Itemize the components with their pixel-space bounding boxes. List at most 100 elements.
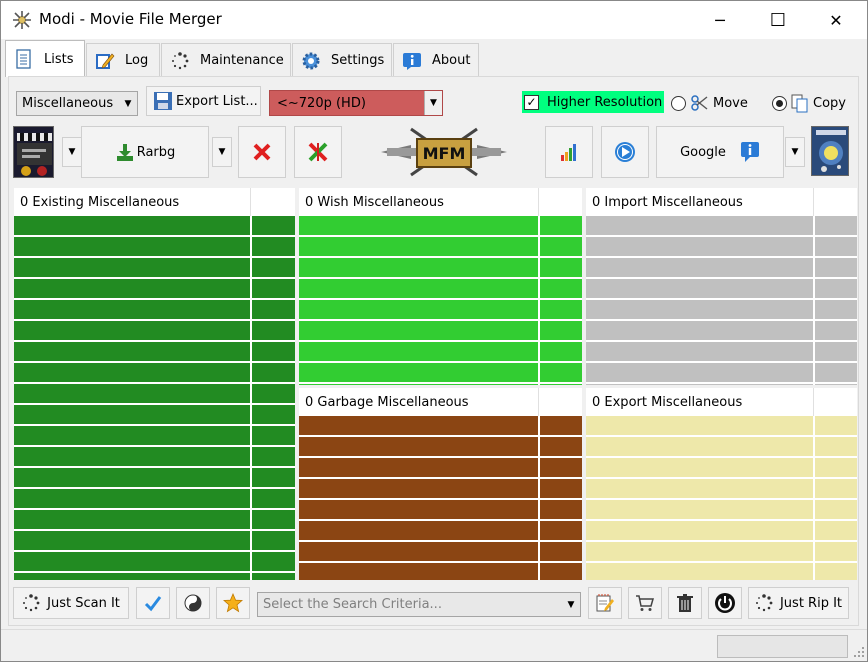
resize-grip-icon[interactable] bbox=[853, 646, 865, 658]
chevron-down-icon: ▼ bbox=[218, 147, 226, 157]
garbage-grid-rows bbox=[299, 416, 582, 580]
app-window: Modi - Movie File Merger ─ ☐ ✕ Lists Log… bbox=[0, 0, 868, 662]
tab-settings-label: Settings bbox=[331, 53, 385, 68]
gear-icon bbox=[301, 51, 321, 71]
multi-x-icon bbox=[308, 142, 328, 162]
rarbg-button[interactable]: Rarbg bbox=[81, 126, 209, 178]
play-button[interactable] bbox=[601, 126, 649, 178]
power-button[interactable] bbox=[708, 587, 742, 619]
just-rip-it-label: Just Rip It bbox=[779, 595, 843, 611]
power-icon bbox=[715, 593, 735, 613]
tab-about[interactable]: About bbox=[393, 43, 479, 77]
trash-button[interactable] bbox=[668, 587, 702, 619]
export-list-label: Export List... bbox=[176, 93, 258, 109]
higher-resolution-checkbox[interactable]: ✓ Higher Resolution bbox=[522, 91, 664, 113]
cart-button[interactable] bbox=[628, 587, 662, 619]
category-select[interactable]: Miscellaneous ▼ bbox=[16, 91, 138, 116]
chevron-down-icon: ▼ bbox=[791, 147, 799, 157]
quality-select-value: <~720p (HD) bbox=[277, 95, 366, 111]
google-label: Google bbox=[680, 144, 726, 160]
existing-grid[interactable]: 0 Existing Miscellaneous bbox=[14, 188, 295, 580]
search-criteria-select[interactable]: Select the Search Criteria... ▼ bbox=[257, 592, 581, 617]
close-button[interactable]: ✕ bbox=[807, 1, 865, 39]
favorite-button[interactable] bbox=[216, 587, 250, 619]
document-icon bbox=[14, 49, 34, 69]
copy-radio[interactable]: Copy bbox=[772, 92, 846, 114]
tab-log-label: Log bbox=[125, 53, 149, 68]
wish-grid-header: 0 Wish Miscellaneous bbox=[299, 188, 582, 216]
export-grid[interactable]: 0 Export Miscellaneous bbox=[586, 388, 857, 580]
tab-lists-label: Lists bbox=[44, 51, 74, 67]
chevron-down-icon: ▼ bbox=[567, 599, 575, 610]
minimize-button[interactable]: ─ bbox=[691, 1, 749, 39]
google-search-button[interactable]: Google bbox=[656, 126, 784, 178]
edit-notes-button[interactable] bbox=[588, 587, 622, 619]
movie-poster-thumbnail[interactable] bbox=[13, 126, 54, 178]
import-grid-header: 0 Import Miscellaneous bbox=[586, 188, 857, 216]
garbage-grid-title: 0 Garbage Miscellaneous bbox=[299, 388, 539, 416]
delete-button[interactable] bbox=[238, 126, 286, 178]
info-icon bbox=[740, 142, 759, 162]
wish-grid[interactable]: 0 Wish Miscellaneous bbox=[299, 188, 582, 385]
cover-art-thumbnail[interactable] bbox=[811, 126, 849, 176]
tab-settings[interactable]: Settings bbox=[292, 43, 392, 77]
chevron-down-icon: ▼ bbox=[68, 147, 76, 157]
red-x-icon bbox=[253, 143, 271, 161]
search-engine-dropdown[interactable]: ▼ bbox=[785, 137, 805, 167]
just-rip-it-button[interactable]: Just Rip It bbox=[748, 587, 849, 619]
tab-strip: Lists Log Maintenance Settings About bbox=[1, 39, 867, 77]
move-label: Move bbox=[713, 95, 748, 111]
search-criteria-placeholder: Select the Search Criteria... bbox=[263, 597, 442, 612]
checkbox-checked-icon: ✓ bbox=[524, 94, 539, 110]
maximize-button[interactable]: ☐ bbox=[749, 1, 807, 39]
import-grid-rows bbox=[586, 216, 857, 385]
existing-grid-header: 0 Existing Miscellaneous bbox=[14, 188, 295, 216]
check-button[interactable] bbox=[136, 587, 170, 619]
lists-panel: Miscellaneous ▼ Export List... <~720p (H… bbox=[8, 76, 859, 626]
category-select-value: Miscellaneous bbox=[22, 96, 114, 111]
radio-unchecked-icon bbox=[671, 95, 686, 111]
export-grid-header: 0 Export Miscellaneous bbox=[586, 388, 857, 416]
quality-select[interactable]: <~720p (HD) ▼ bbox=[269, 90, 443, 116]
window-title: Modi - Movie File Merger bbox=[39, 10, 222, 28]
maximize-icon: ☐ bbox=[769, 9, 787, 31]
tab-lists[interactable]: Lists bbox=[5, 40, 85, 77]
export-grid-rows bbox=[586, 416, 857, 580]
garbage-grid[interactable]: 0 Garbage Miscellaneous bbox=[299, 388, 582, 580]
existing-grid-rows bbox=[14, 216, 295, 580]
garbage-grid-header: 0 Garbage Miscellaneous bbox=[299, 388, 582, 416]
chevron-down-icon: ▼ bbox=[124, 98, 132, 109]
progress-bar bbox=[717, 635, 848, 658]
close-icon: ✕ bbox=[829, 10, 843, 30]
tab-maintenance-label: Maintenance bbox=[200, 53, 284, 68]
spinner-icon bbox=[755, 594, 773, 612]
move-radio[interactable]: Move bbox=[671, 92, 748, 114]
bar-chart-icon bbox=[561, 144, 576, 161]
trash-icon bbox=[677, 594, 693, 612]
status-bar bbox=[1, 629, 867, 661]
minimize-icon: ─ bbox=[715, 10, 725, 30]
statistics-button[interactable] bbox=[545, 126, 593, 178]
just-scan-it-button[interactable]: Just Scan It bbox=[13, 587, 129, 619]
just-scan-it-label: Just Scan It bbox=[47, 595, 120, 611]
delete-all-button[interactable] bbox=[294, 126, 342, 178]
export-list-button[interactable]: Export List... bbox=[146, 86, 261, 116]
clapperboard-icon bbox=[14, 127, 53, 177]
poster-dropdown[interactable]: ▼ bbox=[62, 137, 82, 167]
floppy-disk-icon bbox=[154, 92, 172, 110]
tab-maintenance[interactable]: Maintenance bbox=[161, 43, 291, 77]
checkmark-icon bbox=[144, 596, 162, 612]
spinner-icon bbox=[170, 51, 190, 71]
rarbg-dropdown[interactable]: ▼ bbox=[212, 137, 232, 167]
mfm-logo-text: MFM bbox=[423, 144, 466, 163]
tab-about-label: About bbox=[432, 53, 471, 68]
spinner-icon bbox=[23, 594, 40, 612]
import-grid[interactable]: 0 Import Miscellaneous bbox=[586, 188, 857, 385]
radio-checked-icon bbox=[772, 95, 787, 111]
yin-yang-icon bbox=[184, 594, 202, 612]
rarbg-label: Rarbg bbox=[136, 144, 176, 160]
yin-yang-button[interactable] bbox=[176, 587, 210, 619]
tab-log[interactable]: Log bbox=[86, 43, 160, 77]
shopping-cart-icon bbox=[636, 595, 654, 611]
play-icon bbox=[615, 142, 635, 162]
